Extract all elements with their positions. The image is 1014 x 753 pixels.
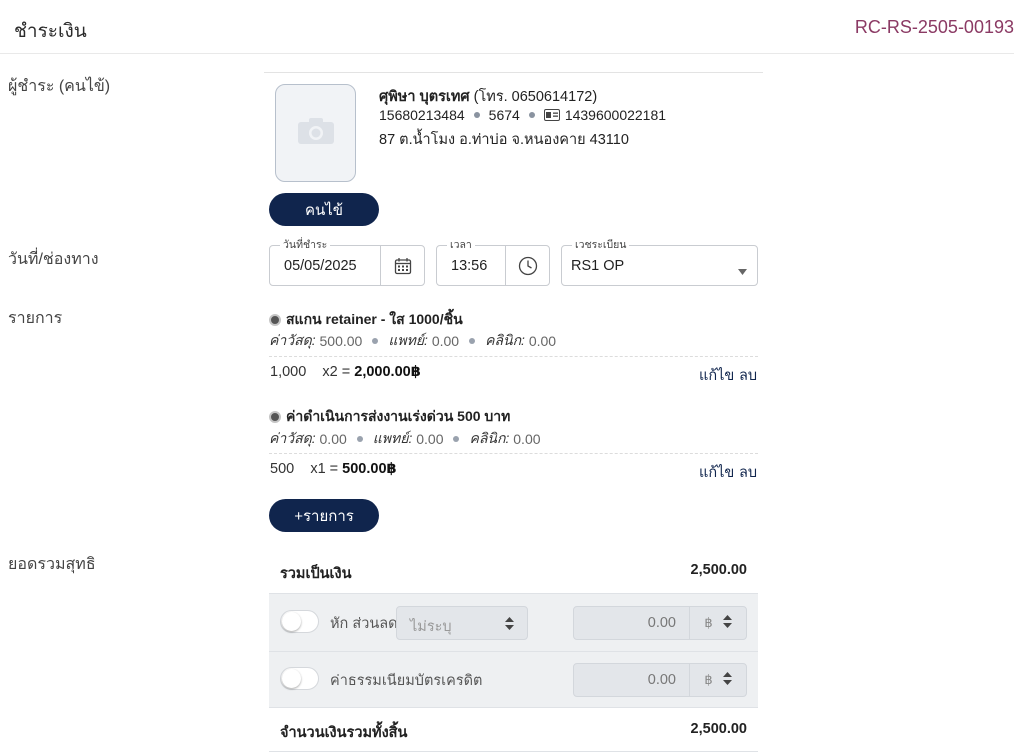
card-fee-toggle[interactable] — [280, 667, 319, 690]
currency-symbol: ฿ — [704, 615, 713, 630]
payer-label: ผู้ชำระ (คนไข้) — [8, 78, 111, 95]
payer-id-card: 1439600022181 — [564, 107, 667, 123]
caret-down-icon — [738, 262, 747, 280]
payer-phone: (โทร. 0650614172) — [473, 89, 598, 105]
material-value: 500.00 — [319, 333, 363, 349]
currency-symbol: ฿ — [704, 672, 713, 687]
updown-icon — [722, 672, 732, 688]
net-total-label: ยอดรวมสุทธิ — [8, 556, 96, 573]
item-qty: x1 = — [310, 461, 339, 477]
clock-icon[interactable] — [505, 246, 549, 285]
divider — [269, 651, 758, 652]
date-field[interactable]: วันที่ชำระ 05/05/2025 — [269, 238, 425, 286]
card-fee-label: ค่าธรรมเนียมบัตรเครดิต — [330, 673, 483, 689]
item-total: 500.00฿ — [342, 461, 397, 477]
item-title-text: ค่าดำเนินการส่งงานเร่งด่วน 500 บาท — [286, 408, 511, 424]
items-label: รายการ — [8, 310, 63, 327]
item-title: ค่าดำเนินการส่งงานเร่งด่วน 500 บาท — [269, 406, 510, 428]
separator-dot — [469, 338, 476, 344]
payer-ids: 15680213484 5674 1439600022181 — [379, 107, 666, 123]
doctor-value: 0.00 — [431, 333, 460, 349]
discount-type-select[interactable]: ไม่ระบุ — [396, 606, 528, 640]
material-value: 0.00 — [319, 431, 347, 447]
item-fees: ค่าวัสดุ: 500.00 แพทย์: 0.00 คลินิก: 0.0… — [269, 330, 556, 352]
subtotal-value: 2,500.00 — [690, 562, 747, 578]
date-value[interactable]: 05/05/2025 — [284, 258, 357, 274]
item-qty: x2 = — [322, 364, 351, 380]
edit-item-link[interactable]: แก้ไข — [699, 364, 734, 387]
item-fees: ค่าวัสดุ: 0.00 แพทย์: 0.00 คลินิก: 0.00 — [269, 428, 541, 450]
discount-amount-field[interactable]: 0.00 ฿ — [573, 606, 747, 640]
item-title-text: สแกน retainer - ใส 1000/ชิ้น — [286, 311, 463, 327]
payer-address: 87 ต.น้ำโมง อ.ท่าบ่อ จ.หนองคาย 43110 — [379, 132, 629, 148]
time-value[interactable]: 13:56 — [451, 258, 487, 274]
item-calculation: 500 x1 = 500.00฿ — [270, 461, 397, 477]
card-fee-amount: 0.00 — [647, 672, 676, 688]
payer-hn: 15680213484 — [379, 107, 465, 123]
doctor-label: แพทย์: — [388, 332, 428, 348]
card-fee-amount-field[interactable]: 0.00 ฿ — [573, 663, 747, 697]
adjustments-panel: หัก ส่วนลด ไม่ระบุ 0.00 ฿ ค่าธรรมเนียมบั… — [269, 593, 758, 708]
separator-dot — [473, 112, 480, 118]
item-calculation: 1,000 x2 = 2,000.00฿ — [270, 364, 421, 380]
separator-dot — [528, 112, 535, 118]
bullet-icon — [269, 411, 281, 423]
grand-total-row: จำนวนเงินรวมทั้งสิ้น 2,500.00 — [269, 721, 758, 744]
currency-select[interactable]: ฿ — [689, 664, 746, 696]
date-field-label: วันที่ชำระ — [280, 238, 331, 252]
add-item-button[interactable]: +รายการ — [269, 499, 379, 532]
updown-icon — [505, 617, 514, 634]
updown-icon — [722, 615, 732, 631]
item-divider — [269, 453, 758, 454]
separator-dot — [453, 436, 460, 442]
time-field-label: เวลา — [447, 238, 475, 252]
item-price: 500 — [270, 461, 295, 477]
register-value: RS1 OP — [571, 258, 625, 274]
subtotal-row: รวมเป็นเงิน 2,500.00 — [269, 562, 758, 585]
register-select[interactable]: เวชระเบียน RS1 OP — [561, 238, 758, 286]
separator-dot — [356, 436, 363, 442]
discount-toggle[interactable] — [280, 610, 319, 633]
discount-amount: 0.00 — [647, 615, 676, 631]
patient-button[interactable]: คนไข้ — [269, 193, 379, 226]
discount-label: หัก ส่วนลด — [330, 616, 398, 632]
material-label: ค่าวัสดุ: — [269, 332, 316, 348]
delete-item-link[interactable]: ลบ — [739, 364, 757, 387]
material-label: ค่าวัสดุ: — [269, 430, 316, 446]
id-card-icon — [543, 109, 560, 121]
doctor-value: 0.00 — [416, 431, 444, 447]
patient-photo[interactable] — [275, 84, 356, 182]
separator-dot — [372, 338, 379, 344]
grand-total-label: จำนวนเงินรวมทั้งสิ้น — [280, 725, 408, 741]
payer-code: 5674 — [488, 107, 520, 123]
edit-item-link[interactable]: แก้ไข — [699, 461, 734, 484]
subtotal-label: รวมเป็นเงิน — [280, 566, 352, 582]
time-field[interactable]: เวลา 13:56 — [436, 238, 550, 286]
clinic-label: คลินิก: — [469, 430, 510, 446]
divider — [269, 751, 758, 752]
item-price: 1,000 — [270, 364, 307, 380]
date-channel-label: วันที่/ช่องทาง — [8, 251, 99, 268]
delete-item-link[interactable]: ลบ — [739, 461, 757, 484]
payer-name: ศุพิษา บุตรเทศ — [379, 89, 470, 105]
grand-total-value: 2,500.00 — [690, 721, 747, 737]
currency-select[interactable]: ฿ — [689, 607, 746, 639]
doctor-label: แพทย์: — [372, 430, 413, 446]
camera-icon — [296, 116, 336, 151]
receipt-number: RC-RS-2505-00193 — [854, 17, 1014, 37]
item-total: 2,000.00฿ — [354, 364, 421, 380]
calendar-icon[interactable] — [380, 246, 424, 285]
discount-type-value: ไม่ระบุ — [410, 619, 452, 635]
clinic-value: 0.00 — [528, 333, 557, 349]
page-header: ชำระเงิน RC-RS-2505-00193 — [0, 0, 1014, 54]
payer-name-line: ศุพิษา บุตรเทศ (โทร. 0650614172) — [379, 85, 597, 108]
item-divider — [269, 356, 758, 357]
bullet-icon — [269, 314, 281, 326]
clinic-value: 0.00 — [513, 431, 541, 447]
item-title: สแกน retainer - ใส 1000/ชิ้น — [269, 309, 463, 331]
clinic-label: คลินิก: — [485, 332, 525, 348]
register-field-label: เวชระเบียน — [572, 238, 630, 252]
page-title: ชำระเงิน — [14, 21, 87, 42]
